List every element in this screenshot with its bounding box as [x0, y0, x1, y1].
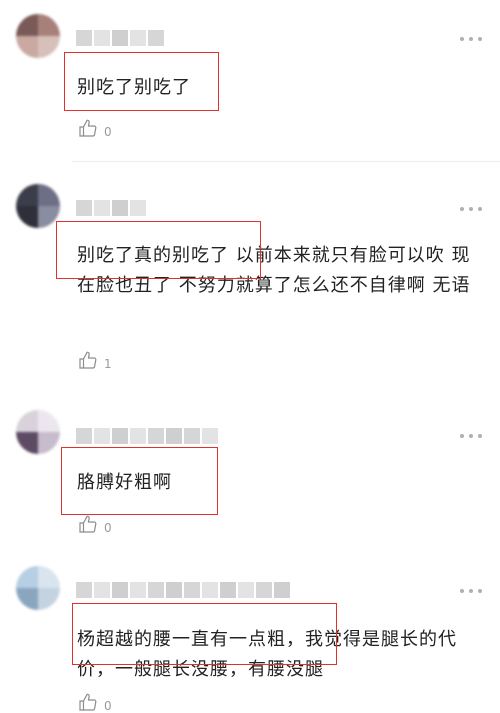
thumbs-up-icon: [79, 693, 97, 711]
comment-text: 杨超越的腰一直有一点粗，我觉得是腿长的代价，一般腿长没腰，有腰没腿: [77, 629, 457, 680]
comment-item: 杨超越的腰一直有一点粗，我觉得是腿长的代价，一般腿长没腰，有腰没腿 0: [0, 0, 500, 712]
username[interactable]: [76, 582, 290, 598]
avatar[interactable]: [16, 566, 60, 610]
like-count: 0: [104, 699, 112, 713]
like-button[interactable]: 0: [78, 692, 112, 712]
more-options-icon[interactable]: [460, 589, 482, 593]
